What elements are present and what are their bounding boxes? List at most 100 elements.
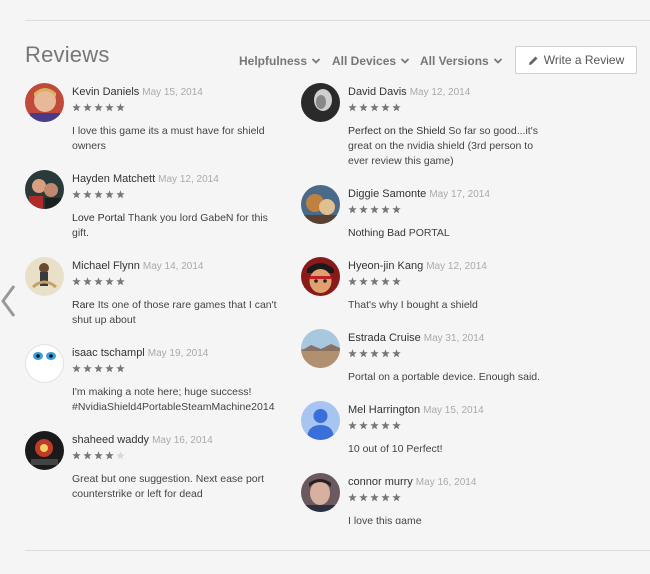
review-body: I'm making a note here; huge success! #N… xyxy=(72,386,275,413)
write-review-button[interactable]: Write a Review xyxy=(515,46,637,74)
review-body: Great but one suggestion. Next ease port… xyxy=(72,473,265,500)
star-rating xyxy=(72,103,277,113)
review-body: 10 out of 10 Perfect! xyxy=(348,443,443,455)
review-text: Portal on a portable device. Enough said… xyxy=(348,370,553,385)
filter-versions[interactable]: All Versions xyxy=(420,54,503,68)
review-text: I'm making a note here; huge success! #N… xyxy=(72,385,277,415)
review-date: May 17, 2014 xyxy=(429,189,490,200)
star-icon xyxy=(392,421,401,430)
review-title: Love Portal xyxy=(72,212,126,224)
avatar xyxy=(25,257,64,296)
star-rating xyxy=(348,421,553,431)
review-date: May 16, 2014 xyxy=(152,435,213,446)
star-icon xyxy=(72,277,81,286)
review-text: Great but one suggestion. Next ease port… xyxy=(72,472,277,502)
review-text: I love this game its a must have for shi… xyxy=(72,124,277,154)
filter-helpfulness[interactable]: Helpfulness xyxy=(239,54,321,68)
star-icon xyxy=(94,451,103,460)
star-icon xyxy=(381,349,390,358)
review-date: May 16, 2014 xyxy=(415,477,477,488)
avatar xyxy=(25,83,64,122)
review-text: Rare Its one of those rare games that I … xyxy=(72,298,277,328)
star-icon xyxy=(370,421,379,430)
chevron-down-icon xyxy=(400,58,410,64)
avatar xyxy=(301,185,340,224)
star-icon xyxy=(116,190,125,199)
page-title: Reviews xyxy=(25,42,110,67)
star-rating xyxy=(72,190,277,200)
review-text: I love this game xyxy=(348,514,541,524)
review-date: May 12, 2014 xyxy=(158,174,219,185)
review-date: May 19, 2014 xyxy=(147,348,209,359)
star-icon xyxy=(83,451,92,460)
filter-devices[interactable]: All Devices xyxy=(332,54,410,68)
review-body: I love this game its a must have for shi… xyxy=(72,125,265,152)
star-icon xyxy=(348,349,357,358)
chevron-down-icon xyxy=(311,58,321,64)
star-icon xyxy=(392,205,401,214)
star-icon xyxy=(392,277,401,286)
review-text: Love Portal Thank you lord GabeN for thi… xyxy=(72,211,277,241)
star-icon xyxy=(392,349,401,358)
review-title: Rare xyxy=(72,299,95,311)
star-icon xyxy=(94,103,103,112)
review-text: 10 out of 10 Perfect! xyxy=(348,442,553,457)
review-author[interactable]: Estrada Cruise xyxy=(348,332,421,344)
star-icon xyxy=(83,190,92,199)
star-rating xyxy=(72,364,277,374)
filter-label: All Versions xyxy=(420,54,489,68)
pencil-icon xyxy=(528,56,538,65)
star-icon xyxy=(116,451,125,460)
review-author[interactable]: shaheed waddy xyxy=(72,434,149,446)
star-icon xyxy=(72,451,81,460)
review-body: I love this game xyxy=(348,515,422,524)
star-icon xyxy=(370,205,379,214)
review-date: May 15, 2014 xyxy=(423,405,484,416)
star-icon xyxy=(116,103,125,112)
star-icon xyxy=(381,493,390,502)
avatar xyxy=(25,170,64,209)
star-icon xyxy=(105,103,114,112)
star-icon xyxy=(348,103,357,112)
star-icon xyxy=(348,421,357,430)
star-icon xyxy=(348,277,357,286)
star-icon xyxy=(94,277,103,286)
star-icon xyxy=(105,190,114,199)
review-author[interactable]: David Davis xyxy=(348,86,407,98)
review-author[interactable]: connor murry xyxy=(348,476,413,488)
star-rating xyxy=(72,451,277,461)
star-icon xyxy=(359,205,368,214)
star-rating xyxy=(348,349,553,359)
review-author[interactable]: Hyeon-jin Kang xyxy=(348,260,423,272)
top-divider xyxy=(25,20,650,21)
star-icon xyxy=(83,364,92,373)
review-date: May 12, 2014 xyxy=(409,87,471,98)
review-author[interactable]: Michael Flynn xyxy=(72,260,140,272)
review-body: That's why I bought a shield xyxy=(348,299,478,311)
star-rating xyxy=(348,103,553,113)
review-author[interactable]: Kevin Daniels xyxy=(72,86,139,98)
review-author[interactable]: Hayden Matchett xyxy=(72,173,155,185)
avatar xyxy=(301,257,340,296)
star-icon xyxy=(381,205,390,214)
avatar xyxy=(301,473,340,512)
star-icon xyxy=(359,421,368,430)
review-author[interactable]: isaac tschampl xyxy=(72,347,145,359)
star-icon xyxy=(72,103,81,112)
star-icon xyxy=(94,190,103,199)
review-body: PORTAL xyxy=(408,227,450,239)
star-icon xyxy=(381,421,390,430)
chevron-down-icon xyxy=(493,58,502,64)
star-icon xyxy=(94,364,103,373)
review-author[interactable]: Diggie Samonte xyxy=(348,188,426,200)
star-icon xyxy=(359,349,368,358)
review-author[interactable]: Mel Harrington xyxy=(348,404,420,416)
star-icon xyxy=(105,364,114,373)
star-icon xyxy=(72,190,81,199)
review-text: Perfect on the Shield So far so good...i… xyxy=(348,124,553,169)
chevron-left-icon[interactable] xyxy=(0,284,16,318)
star-icon xyxy=(348,493,357,502)
star-icon xyxy=(105,451,114,460)
review-title: Perfect on the Shield xyxy=(348,125,446,137)
review-title: Nothing Bad xyxy=(348,227,406,239)
